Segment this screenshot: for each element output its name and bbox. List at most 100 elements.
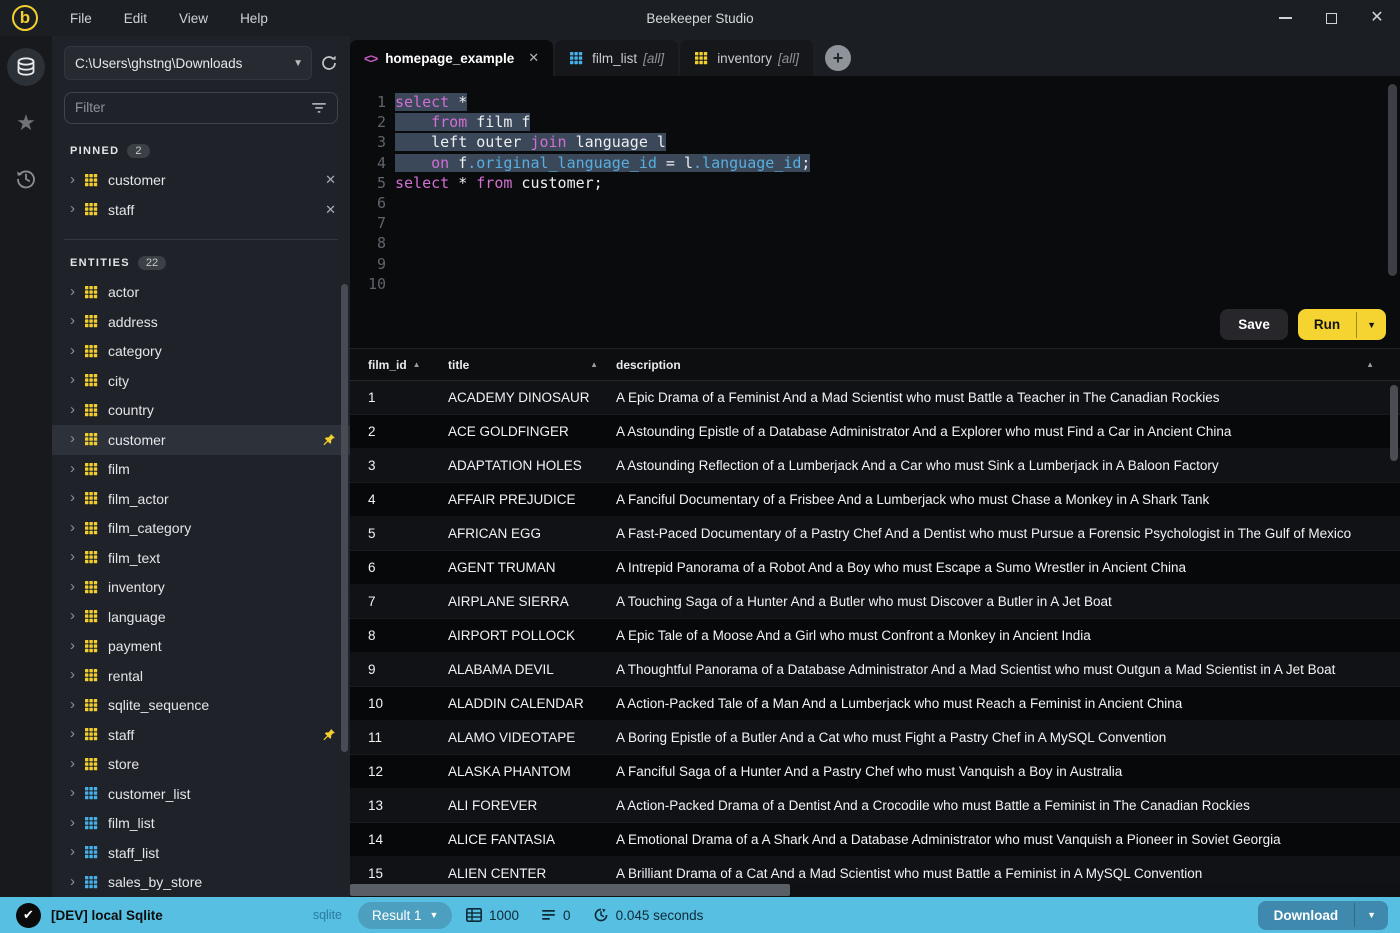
table-row[interactable]: 14 ALICE FANTASIA A Emotional Drama of a A… [350,823,1400,857]
minimize-button[interactable] [1262,0,1308,36]
entities-item-film_category[interactable]: › film_category [52,514,350,544]
cell-film-id[interactable]: 6 [350,560,430,575]
cell-film-id[interactable]: 14 [350,832,430,847]
cell-film-id[interactable]: 9 [350,662,430,677]
entities-item-city[interactable]: › city [52,366,350,396]
menu-view[interactable]: View [165,5,222,32]
cell-film-id[interactable]: 3 [350,458,430,473]
download-dropdown-caret[interactable]: ▼ [1354,903,1388,927]
column-header-film-id[interactable]: film_id ▲ [350,358,430,372]
chevron-right-icon[interactable]: › [70,431,75,446]
chevron-right-icon[interactable]: › [70,815,75,830]
result-selector[interactable]: Result 1 ▼ [358,901,453,929]
unpin-close-icon[interactable]: ✕ [325,172,336,188]
cell-film-id[interactable]: 5 [350,526,430,541]
grid-horizontal-scrollbar-track[interactable] [350,883,1400,897]
table-row[interactable]: 9 ALABAMA DEVIL A Thoughtful Panorama of a… [350,653,1400,687]
cell-description[interactable]: A Fanciful Saga of a Hunter And a Pastry… [598,764,1400,779]
table-row[interactable]: 11 ALAMO VIDEOTAPE A Boring Epistle of a B… [350,721,1400,755]
entities-item-address[interactable]: › address [52,307,350,337]
new-tab-button[interactable]: + [824,45,851,71]
grid-vertical-scrollbar[interactable] [1390,385,1398,461]
entities-item-language[interactable]: › language [52,602,350,632]
entities-item-inventory[interactable]: › inventory [52,573,350,603]
column-header-partial[interactable]: release_year [1382,358,1400,372]
chevron-right-icon[interactable]: › [70,579,75,594]
cell-title[interactable]: ACADEMY DINOSAUR [430,390,598,405]
cell-film-id[interactable]: 13 [350,798,430,813]
entities-item-film[interactable]: › film [52,455,350,485]
entities-item-film_list[interactable]: › film_list [52,809,350,839]
cell-film-id[interactable]: 12 [350,764,430,779]
sort-icon[interactable]: ▲ [590,360,598,369]
tables-panel-button[interactable] [7,48,45,86]
sort-asc-icon[interactable]: ▲ [413,360,421,369]
entities-item-category[interactable]: › category [52,337,350,367]
run-button[interactable]: Run ▼ [1297,309,1386,340]
save-button[interactable]: Save [1220,309,1288,340]
chevron-right-icon[interactable]: › [70,490,75,505]
cell-title[interactable]: ADAPTATION HOLES [430,458,598,473]
cell-title[interactable]: ALICE FANTASIA [430,832,598,847]
cell-description[interactable]: A Action-Packed Drama of a Dentist And a… [598,798,1400,813]
pin-icon[interactable] [322,433,336,447]
sql-editor[interactable]: 1 2 3 4 5 6 7 8 9 10 select * from film f left ou… [350,76,1400,348]
cell-title[interactable]: AFRICAN EGG [430,526,598,541]
entities-section-header[interactable]: ENTITIES 22 [52,240,350,278]
favorites-panel-button[interactable]: ★ [7,104,45,142]
database-selector[interactable]: C:\Users\ghstng\Downloads ▼ [64,46,312,80]
table-row[interactable]: 6 AGENT TRUMAN A Intrepid Panorama of a Ro… [350,551,1400,585]
chevron-right-icon[interactable]: › [70,638,75,653]
cell-title[interactable]: AIRPLANE SIERRA [430,594,598,609]
pinned-item-customer[interactable]: › customer ✕ [52,166,350,196]
cell-film-id[interactable]: 11 [350,730,430,745]
unpin-close-icon[interactable]: ✕ [325,202,336,218]
refresh-button[interactable] [320,54,338,72]
download-button[interactable]: Download ▼ [1257,900,1388,930]
cell-film-id[interactable]: 8 [350,628,430,643]
chevron-right-icon[interactable]: › [70,343,75,358]
cell-film-id[interactable]: 7 [350,594,430,609]
entities-item-rental[interactable]: › rental [52,661,350,691]
chevron-right-icon[interactable]: › [70,874,75,889]
table-row[interactable]: 12 ALASKA PHANTOM A Fanciful Saga of a Hun… [350,755,1400,789]
cell-description[interactable]: A Intrepid Panorama of a Robot And a Boy… [598,560,1400,575]
cell-title[interactable]: AIRPORT POLLOCK [430,628,598,643]
history-panel-button[interactable] [7,160,45,198]
tab-close-icon[interactable]: ✕ [528,50,539,66]
entities-item-country[interactable]: › country [52,396,350,426]
tab-homepage_example[interactable]: <> homepage_example ✕ [350,40,554,76]
chevron-right-icon[interactable]: › [70,667,75,682]
table-row[interactable]: 5 AFRICAN EGG A Fast-Paced Documentary of … [350,517,1400,551]
cell-title[interactable]: ALABAMA DEVIL [430,662,598,677]
table-row[interactable]: 7 AIRPLANE SIERRA A Touching Saga of a Hun… [350,585,1400,619]
chevron-right-icon[interactable]: › [70,372,75,387]
cell-title[interactable]: ALASKA PHANTOM [430,764,598,779]
cell-title[interactable]: ALAMO VIDEOTAPE [430,730,598,745]
pin-icon[interactable] [322,728,336,742]
cell-film-id[interactable]: 4 [350,492,430,507]
entities-item-sqlite_sequence[interactable]: › sqlite_sequence [52,691,350,721]
column-header-title[interactable]: title ▲ [430,358,598,372]
entities-item-store[interactable]: › store [52,750,350,780]
table-row[interactable]: 10 ALADDIN CALENDAR A Action-Packed Tale o… [350,687,1400,721]
entities-item-film_text[interactable]: › film_text [52,543,350,573]
cell-description[interactable]: A Fanciful Documentary of a Frisbee And … [598,492,1400,507]
table-row[interactable]: 1 ACADEMY DINOSAUR A Epic Drama of a Femin… [350,381,1400,415]
tab-film_list[interactable]: film_list [all] [555,40,679,76]
entities-item-staff_list[interactable]: › staff_list [52,838,350,868]
chevron-right-icon[interactable]: › [70,785,75,800]
entities-item-customer_list[interactable]: › customer_list [52,779,350,809]
cell-title[interactable]: AGENT TRUMAN [430,560,598,575]
chevron-right-icon[interactable]: › [70,549,75,564]
cell-title[interactable]: ALADDIN CALENDAR [430,696,598,711]
sort-icon[interactable]: ▲ [1366,360,1374,369]
filter-input[interactable] [75,100,311,116]
cell-film-id[interactable]: 2 [350,424,430,439]
entities-item-film_actor[interactable]: › film_actor [52,484,350,514]
close-button[interactable]: ✕ [1354,0,1400,36]
entities-item-payment[interactable]: › payment [52,632,350,662]
grid-horizontal-scrollbar-thumb[interactable] [350,884,790,896]
cell-title[interactable]: ACE GOLDFINGER [430,424,598,439]
chevron-right-icon[interactable]: › [70,844,75,859]
